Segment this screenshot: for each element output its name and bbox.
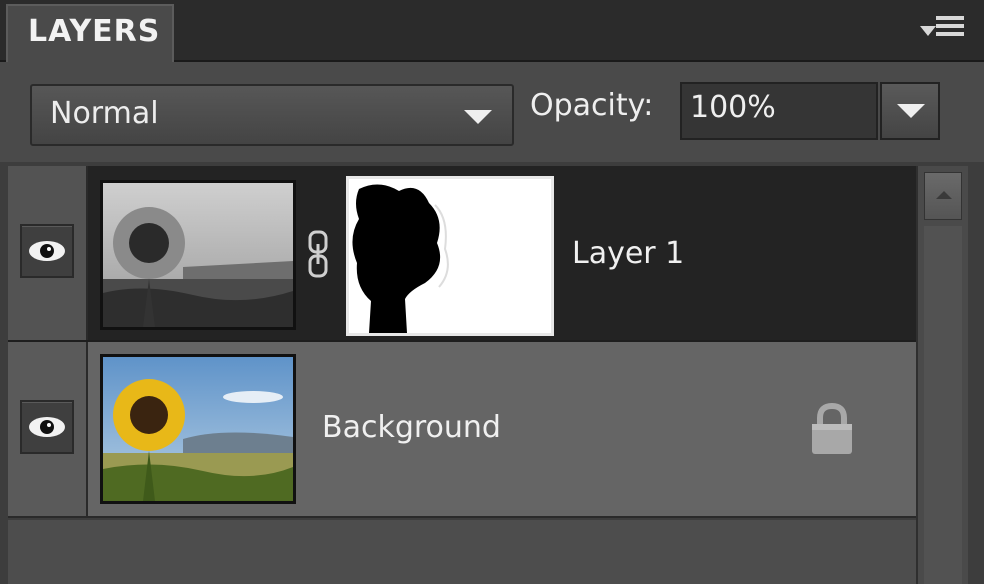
chevron-up-icon — [936, 191, 952, 199]
layers-panel: LAYERS Normal Opacity: 100% Layer 1 Back… — [0, 0, 984, 584]
layers-scrollbar[interactable] — [916, 166, 968, 584]
opacity-input[interactable]: 100% — [680, 82, 878, 140]
chevron-down-icon — [464, 110, 492, 124]
chain-link-icon[interactable] — [306, 230, 330, 278]
opacity-label: Opacity: — [530, 88, 654, 123]
empty-list-area — [8, 520, 916, 584]
layer-1-thumbnail — [100, 180, 296, 330]
eye-icon[interactable] — [20, 400, 74, 454]
layers-list: Layer 1 Background — [8, 166, 916, 584]
visibility-column — [8, 166, 88, 340]
layer-row-layer-1[interactable]: Layer 1 — [8, 166, 916, 342]
opacity-dropdown-button[interactable] — [880, 82, 940, 140]
scroll-up-button[interactable] — [924, 172, 962, 220]
layer-name[interactable]: Background — [322, 410, 501, 445]
layer-row-background[interactable]: Background — [8, 342, 916, 518]
lock-icon — [808, 402, 856, 456]
layer-name[interactable]: Layer 1 — [572, 236, 684, 271]
layer-mask-thumbnail[interactable] — [346, 176, 554, 336]
blend-mode-value: Normal — [50, 96, 159, 131]
scroll-track[interactable] — [924, 226, 962, 584]
visibility-column — [8, 342, 88, 516]
blend-mode-dropdown[interactable]: Normal — [30, 84, 514, 146]
tab-layers[interactable]: LAYERS — [6, 4, 174, 64]
eye-icon[interactable] — [20, 224, 74, 278]
background-thumbnail — [100, 354, 296, 504]
panel-header: LAYERS — [0, 0, 984, 64]
panel-menu-icon[interactable] — [920, 16, 964, 46]
chevron-down-icon — [897, 104, 925, 118]
